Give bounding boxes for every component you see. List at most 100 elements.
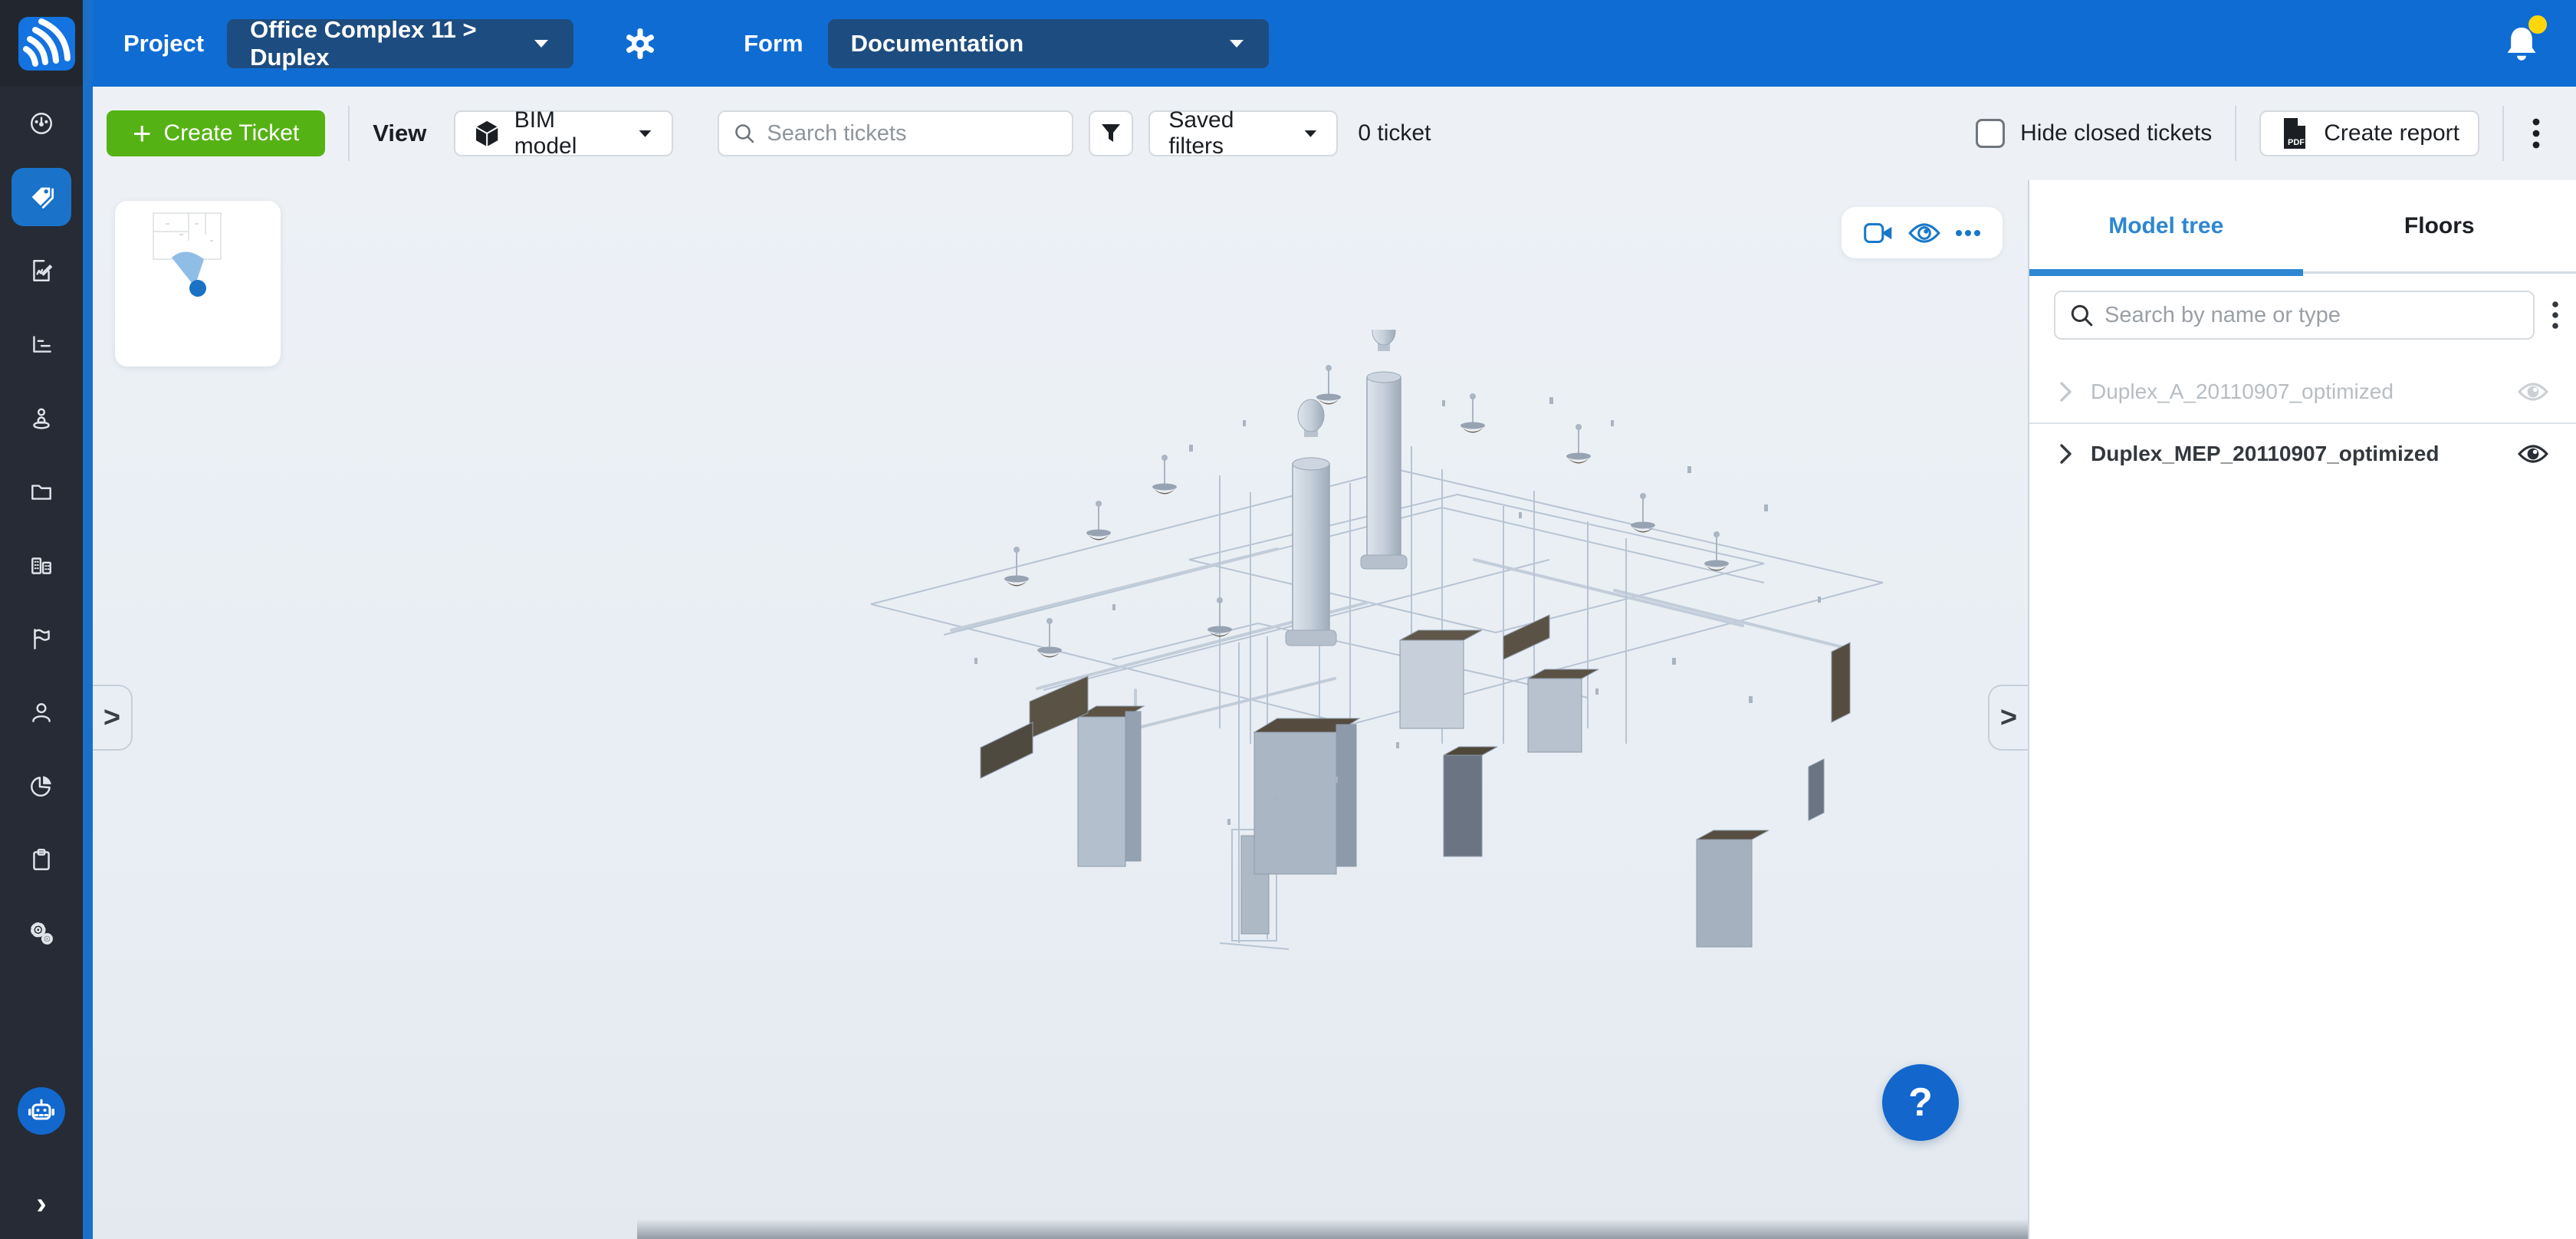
left-sidebar: › <box>0 0 93 1239</box>
form-label: Form <box>744 30 803 58</box>
view-label: View <box>373 120 426 147</box>
flag-icon <box>28 626 54 652</box>
model-tree-more-button[interactable] <box>2547 300 2564 330</box>
folder-icon <box>28 478 54 504</box>
kebab-menu-icon <box>2551 300 2559 330</box>
view-mode-dropdown[interactable]: BIM model <box>454 110 673 156</box>
panel-tabs: Model tree Floors <box>2029 180 2576 274</box>
pdf-file-icon: PDF <box>2279 117 2308 150</box>
form-selector[interactable]: Documentation <box>828 19 1269 68</box>
visibility-on-icon[interactable] <box>2518 443 2548 465</box>
brand-logo-icon <box>18 17 75 71</box>
divider <box>2502 106 2504 161</box>
model-search-row <box>2029 274 2576 350</box>
chevron-down-icon <box>1303 128 1319 139</box>
sidebar-item-documents[interactable] <box>0 455 83 528</box>
create-report-button[interactable]: PDF Create report <box>2259 110 2479 156</box>
divider <box>2235 106 2236 161</box>
form-selector-value: Documentation <box>851 30 1024 58</box>
chevron-right-icon: > <box>104 702 120 735</box>
viewer-more-button[interactable] <box>1955 229 1981 237</box>
view-mode-value: BIM model <box>514 107 619 159</box>
bim-cube-icon <box>474 119 500 148</box>
chevron-down-icon <box>532 38 550 49</box>
ai-assistant-button[interactable] <box>18 1087 65 1135</box>
viewer-controls <box>1842 207 2003 258</box>
project-label: Project <box>123 30 204 58</box>
viewer-minimap[interactable] <box>115 201 281 366</box>
create-ticket-label: Create Ticket <box>164 120 300 146</box>
chevron-down-icon <box>637 128 653 139</box>
sidebar-item-street-view[interactable] <box>0 381 83 455</box>
minimap-position-dot <box>189 280 206 297</box>
app-logo[interactable] <box>0 0 93 87</box>
notifications-button[interactable] <box>2504 25 2539 63</box>
gears-icon <box>28 920 54 946</box>
hide-closed-checkbox[interactable] <box>1976 119 2005 148</box>
visibility-off-icon[interactable] <box>2518 381 2548 403</box>
street-view-icon <box>28 405 54 431</box>
project-settings-button[interactable] <box>623 26 658 61</box>
tree-item-label: Duplex_A_20110907_optimized <box>2091 380 2501 404</box>
visibility-button[interactable] <box>1908 222 1940 245</box>
sidebar-expand-button[interactable]: › <box>36 1188 46 1219</box>
help-label: ? <box>1908 1080 1933 1126</box>
tab-model-tree[interactable]: Model tree <box>2029 180 2303 271</box>
project-selector[interactable]: Office Complex 11 > Duplex <box>227 19 573 68</box>
notification-badge <box>2528 15 2547 34</box>
help-button[interactable]: ? <box>1882 1064 1959 1141</box>
content-row: > > ? Model tree Floors <box>93 180 2576 1239</box>
clipboard-icon <box>28 846 54 873</box>
left-panel-toggle[interactable]: > <box>93 685 133 751</box>
create-report-label: Create report <box>2324 120 2459 146</box>
create-ticket-button[interactable]: + Create Ticket <box>107 110 325 156</box>
sidebar-item-statistics[interactable] <box>0 749 83 823</box>
search-icon <box>2069 303 2094 327</box>
sidebar-item-tasks[interactable] <box>0 823 83 896</box>
search-tickets-input[interactable] <box>767 121 1058 146</box>
hide-closed-label: Hide closed tickets <box>2020 120 2212 146</box>
sidebar-item-users[interactable] <box>0 675 83 749</box>
saved-filters-dropdown[interactable]: Saved filters <box>1148 110 1338 156</box>
divider <box>348 106 350 161</box>
bim-model-viewport <box>859 330 1894 951</box>
toolbar-more-button[interactable] <box>2527 116 2545 151</box>
pie-chart-icon <box>28 773 54 799</box>
tree-row-duplex-a[interactable]: Duplex_A_20110907_optimized <box>2029 361 2576 422</box>
video-camera-button[interactable] <box>1863 222 1894 245</box>
buildings-icon <box>28 552 54 578</box>
kebab-menu-icon <box>2532 116 2541 151</box>
tab-floors[interactable]: Floors <box>2303 180 2576 271</box>
search-icon <box>733 122 756 145</box>
sidebar-item-settings[interactable] <box>0 896 83 970</box>
chevron-right-icon <box>2058 442 2074 465</box>
main-column: Project Office Complex 11 > Duplex Form <box>93 0 2576 1239</box>
chevron-right-icon <box>2058 380 2074 403</box>
sidebar-item-forms[interactable] <box>0 234 83 307</box>
chevron-down-icon <box>1227 38 1246 49</box>
viewer-bottom-shadow <box>637 1219 2028 1239</box>
tag-icon <box>28 183 55 211</box>
sidebar-item-tickets[interactable] <box>0 160 83 234</box>
bim-viewer[interactable]: > > ? <box>93 180 2028 1239</box>
ticket-count: 0 ticket <box>1358 120 1431 146</box>
sidebar-item-projects[interactable] <box>0 528 83 602</box>
model-search-box <box>2054 291 2535 340</box>
filter-button[interactable] <box>1089 110 1133 156</box>
document-edit-icon <box>28 258 54 284</box>
chart-levels-icon <box>28 331 54 357</box>
sidebar-item-milestones[interactable] <box>0 602 83 675</box>
model-panel: Model tree Floors Duplex_A_20110907 <box>2028 180 2576 1239</box>
model-tree: Duplex_A_20110907_optimized Duplex_MEP_2… <box>2029 361 2576 484</box>
tree-row-duplex-mep[interactable]: Duplex_MEP_20110907_optimized <box>2029 422 2576 484</box>
sidebar-item-dashboard[interactable] <box>0 87 83 160</box>
app-root: › Project Office Complex 11 > Duplex <box>0 0 2576 1239</box>
search-tickets-box <box>718 110 1073 156</box>
tree-item-label: Duplex_MEP_20110907_optimized <box>2091 442 2501 466</box>
tickets-toolbar: + Create Ticket View BIM model Saved fil… <box>93 87 2576 180</box>
robot-assistant-icon <box>25 1096 58 1126</box>
sidebar-item-levels[interactable] <box>0 307 83 381</box>
model-search-input[interactable] <box>2104 303 2519 328</box>
top-header: Project Office Complex 11 > Duplex Form <box>93 0 2576 87</box>
right-panel-toggle[interactable]: > <box>1988 685 2028 751</box>
